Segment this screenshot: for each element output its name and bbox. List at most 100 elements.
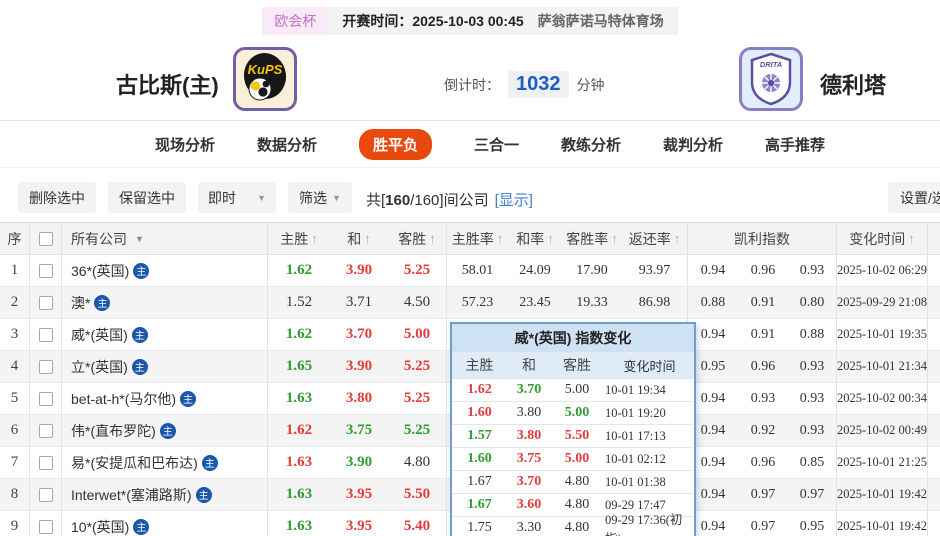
popup-draw-odds: 3.30 [507, 517, 551, 536]
home-badge-icon: 主 [133, 263, 149, 279]
popup-header-home: 主胜 [452, 352, 507, 378]
popup-row: 1.753.304.8009-29 17:36(初指) [452, 516, 694, 536]
company-cell[interactable]: 立*(英国)主 [62, 351, 268, 382]
kelly-value: 0.93 [788, 255, 837, 286]
settings-button[interactable]: 设置/选择 [888, 182, 940, 213]
header-draw-rate[interactable]: 和率↑ [508, 223, 562, 254]
company-name: 10*(英国) [71, 517, 129, 536]
odds-value: 5.40 [388, 511, 447, 536]
row-checkbox[interactable] [39, 296, 53, 310]
home-team-logo-icon: KuPS [233, 47, 297, 111]
odds-value: 1.65 [268, 351, 330, 382]
row-checkbox[interactable] [39, 456, 53, 470]
kickoff-time: 开赛时间：2025-10-03 00:45 [342, 11, 523, 31]
row-checkbox[interactable] [39, 520, 53, 534]
svg-text:KuPS: KuPS [248, 62, 283, 77]
svg-text:DRITA: DRITA [760, 60, 782, 69]
row-checkbox[interactable] [39, 488, 53, 502]
popup-draw-odds: 3.80 [507, 425, 551, 447]
odds-value: 3.80 [330, 383, 388, 414]
row-seq: 2 [0, 287, 30, 318]
sort-up-icon: ↑ [497, 231, 504, 246]
header-away-rate[interactable]: 客胜率↑ [562, 223, 622, 254]
filter-dropdown[interactable]: 筛选 ▼ [288, 182, 352, 213]
tab-1[interactable]: 现场分析 [155, 134, 215, 155]
company-name: 36*(英国) [71, 261, 129, 281]
table-toolbar: 删除选中 保留选中 即时 ▼ 筛选 ▼ 共[160/160]间公司[显示] 设置… [0, 181, 940, 217]
home-badge-icon: 主 [196, 487, 212, 503]
tab-2[interactable]: 数据分析 [257, 134, 317, 155]
popup-row: 1.673.704.8010-01 01:38 [452, 470, 694, 493]
keep-selected-button[interactable]: 保留选中 [108, 182, 186, 213]
analysis-nav-tabs: 现场分析 数据分析 胜平负 三合一 教练分析 裁判分析 高手推荐 [0, 121, 940, 168]
company-cell[interactable]: bet-at-h*(马尔他)主 [62, 383, 268, 414]
row-checkbox[interactable] [39, 392, 53, 406]
odds-value: 3.95 [330, 511, 388, 536]
popup-home-odds: 1.67 [452, 471, 507, 493]
header-company[interactable]: 所有公司 ▼ [62, 223, 268, 254]
header-change-time[interactable]: 变化时间↑ [837, 223, 928, 254]
home-team-name: 古比斯(主) [116, 68, 219, 100]
popup-away-odds: 4.80 [551, 471, 603, 493]
change-time: 2025-10-02 00:34 [837, 383, 928, 414]
header-select-all[interactable] [30, 223, 62, 254]
company-cell[interactable]: 伟*(直布罗陀)主 [62, 415, 268, 446]
header-return-rate[interactable]: 返还率↑ [622, 223, 688, 254]
header-return-rate-label: 返还率 [629, 229, 671, 249]
odds-value: 1.52 [268, 287, 330, 318]
popup-draw-odds: 3.75 [507, 448, 551, 470]
row-checkbox[interactable] [39, 424, 53, 438]
popup-row: 1.603.755.0010-01 02:12 [452, 447, 694, 470]
home-badge-icon: 主 [180, 391, 196, 407]
tab-5[interactable]: 教练分析 [561, 134, 621, 155]
tab-6[interactable]: 裁判分析 [663, 134, 723, 155]
company-cell[interactable]: 易*(安提瓜和巴布达)主 [62, 447, 268, 478]
change-time: 2025-10-01 19:42 [837, 511, 928, 536]
tab-4[interactable]: 三合一 [474, 134, 519, 155]
popup-body: 1.623.705.0010-01 19:341.603.805.0010-01… [452, 378, 694, 536]
row-checkbox-cell [30, 511, 62, 536]
sort-up-icon: ↑ [311, 231, 318, 246]
popup-draw-odds: 3.60 [507, 494, 551, 516]
delete-selected-button[interactable]: 删除选中 [18, 182, 96, 213]
header-change-time-label: 变化时间 [849, 229, 905, 249]
company-cell[interactable]: 威*(英国)主 [62, 319, 268, 350]
select-all-checkbox[interactable] [39, 232, 53, 246]
table-row: 136*(英国)主1.623.905.2558.0124.0917.9093.9… [0, 255, 940, 287]
company-cell[interactable]: 澳*主 [62, 287, 268, 318]
header-draw-odds[interactable]: 和↑ [330, 223, 388, 254]
company-cell[interactable]: Interwet*(塞浦路斯)主 [62, 479, 268, 510]
popup-home-odds: 1.60 [452, 448, 507, 470]
kelly-value: 0.97 [738, 511, 788, 536]
sort-up-icon: ↑ [547, 231, 554, 246]
home-badge-icon: 主 [202, 455, 218, 471]
league-badge[interactable]: 欧会杯 [262, 7, 328, 35]
row-checkbox[interactable] [39, 360, 53, 374]
row-checkbox-cell [30, 383, 62, 414]
tab-7[interactable]: 高手推荐 [765, 134, 825, 155]
header-home-rate[interactable]: 主胜率↑ [447, 223, 508, 254]
row-sliver [928, 351, 940, 382]
row-checkbox-cell [30, 415, 62, 446]
row-sliver [928, 479, 940, 510]
count-value: 160 [385, 192, 410, 209]
kelly-value: 0.88 [788, 319, 837, 350]
show-link[interactable]: [显示] [495, 192, 533, 209]
popup-header-away: 客胜 [551, 352, 603, 378]
popup-home-odds: 1.75 [452, 517, 507, 536]
row-checkbox[interactable] [39, 264, 53, 278]
popup-change-time: 10-01 02:12 [603, 448, 694, 470]
table-row: 2澳*主1.523.714.5057.2323.4519.3386.980.88… [0, 287, 940, 319]
header-home-odds[interactable]: 主胜↑ [268, 223, 330, 254]
rate-value: 93.97 [622, 255, 688, 286]
odds-value: 1.63 [268, 511, 330, 536]
header-away-odds[interactable]: 客胜↑ [388, 223, 447, 254]
tab-3[interactable]: 胜平负 [359, 129, 432, 160]
row-seq: 1 [0, 255, 30, 286]
rate-value: 86.98 [622, 287, 688, 318]
company-cell[interactable]: 36*(英国)主 [62, 255, 268, 286]
odds-mode-dropdown[interactable]: 即时 ▼ [198, 182, 276, 213]
row-checkbox[interactable] [39, 328, 53, 342]
company-cell[interactable]: 10*(英国)主 [62, 511, 268, 536]
kups-crest-icon: KuPS [241, 51, 289, 107]
